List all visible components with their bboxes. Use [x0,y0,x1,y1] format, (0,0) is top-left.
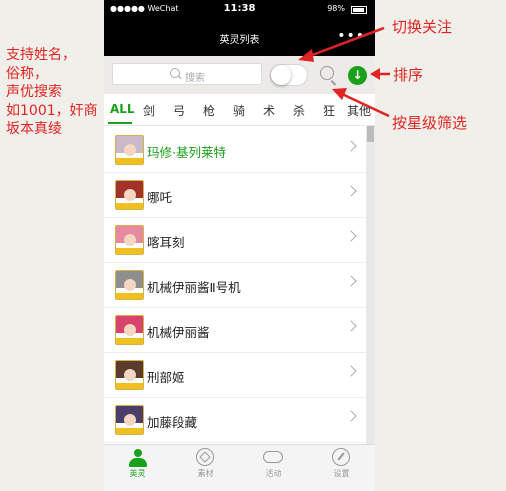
person-icon [129,449,147,467]
tab-servants[interactable]: 英灵 [104,445,171,491]
annotation-line: 声优搜索 [6,84,62,100]
bottom-tab-bar: 英灵 素材 活动 设置 [104,444,375,491]
tab-label: 设置 [333,469,350,478]
search-hint-annotation: 支持姓名， 俗称， 声优搜索 如1001，奸商 坂本真绫 [6,46,98,139]
servant-avatar [115,180,144,210]
servant-name: 哪吒 [147,190,173,205]
tab-rider[interactable]: 骑 [233,102,245,119]
nav-bar: 英灵列表 ••• [104,20,375,56]
chevron-right-icon [345,230,357,242]
servant-name: 玛修·基列莱特 [147,145,226,160]
tab-settings[interactable]: 设置 [308,445,375,491]
chevron-right-icon [345,365,357,377]
search-placeholder: 搜索 [185,73,205,84]
star-filter-search-icon[interactable] [320,66,334,80]
tab-saber[interactable]: 剑 [143,102,155,119]
search-input[interactable]: 搜索 [112,63,262,85]
page-title: 英灵列表 [219,35,260,46]
servant-avatar [115,315,144,345]
chevron-right-icon [345,185,357,197]
annotation-line: 如1001，奸商 [6,102,98,119]
tab-assassin[interactable]: 杀 [293,102,305,119]
servant-name: 刑部姬 [147,370,185,385]
tab-berserker[interactable]: 狂 [323,102,335,119]
active-tab-indicator [108,122,132,124]
tab-label: 英灵 [129,469,146,478]
list-item[interactable]: 玛修·基列莱特 [104,128,366,173]
tab-label: 活动 [265,469,282,478]
servant-list: 玛修·基列莱特 哪吒 喀耳刻 机械伊丽酱Ⅱ号机 机械伊丽酱 刑部姬 加藤段藏 [104,126,366,444]
tab-extra[interactable]: 其他 [347,102,371,119]
scrollbar[interactable] [366,126,375,444]
list-item[interactable]: 喀耳刻 [104,218,366,263]
tab-materials[interactable]: 素材 [172,445,239,491]
phone-screen: ●●●●● WeChat 11:38 98% 英灵列表 ••• 搜索 ↓ ALL… [104,0,375,491]
battery-percent: 98% [327,4,345,13]
search-toolbar: 搜索 ↓ [104,56,375,94]
sort-annotation: 排序 [393,66,424,84]
tab-label: 素材 [197,469,214,478]
class-tabs: ALL 剑 弓 枪 骑 术 杀 狂 其他 [104,94,375,126]
toggle-knob [271,65,291,85]
list-item[interactable]: 机械伊丽酱 [104,308,366,353]
tab-archer[interactable]: 弓 [173,102,185,119]
star-filter-annotation: 按星级筛选 [392,114,468,132]
list-item[interactable]: 哪吒 [104,173,366,218]
annotation-line: 坂本真绫 [6,121,62,137]
annotation-line: 支持姓名， [6,47,76,63]
compass-icon [332,448,350,466]
tab-caster[interactable]: 术 [263,102,275,119]
servant-name: 喀耳刻 [147,235,185,250]
search-icon [170,68,180,78]
battery-icon [351,6,367,14]
status-bar: ●●●●● WeChat 11:38 98% [104,0,375,20]
follow-toggle[interactable] [270,64,308,86]
more-menu-button[interactable]: ••• [337,28,365,44]
tab-lancer[interactable]: 枪 [203,102,215,119]
toggle-follow-annotation: 切换关注 [392,18,453,36]
list-item[interactable]: 刑部姬 [104,353,366,398]
tab-all[interactable]: ALL [110,102,135,116]
tab-events[interactable]: 活动 [240,445,307,491]
gamepad-icon [263,451,283,463]
chevron-right-icon [345,410,357,422]
servant-avatar [115,270,144,300]
servant-avatar [115,360,144,390]
servant-avatar [115,135,144,165]
chevron-right-icon [345,320,357,332]
servant-avatar [115,225,144,255]
chevron-right-icon [345,275,357,287]
sort-arrow-icon[interactable]: ↓ [348,66,367,85]
servant-name: 加藤段藏 [147,415,198,430]
scrollbar-thumb[interactable] [367,126,374,142]
servant-avatar [115,405,144,435]
list-item[interactable]: 加藤段藏 [104,398,366,443]
annotation-line: 俗称， [6,65,48,82]
chevron-right-icon [345,140,357,152]
material-icon [196,448,214,466]
servant-name: 机械伊丽酱Ⅱ号机 [147,280,241,295]
list-item[interactable]: 机械伊丽酱Ⅱ号机 [104,263,366,308]
servant-name: 机械伊丽酱 [147,325,210,340]
